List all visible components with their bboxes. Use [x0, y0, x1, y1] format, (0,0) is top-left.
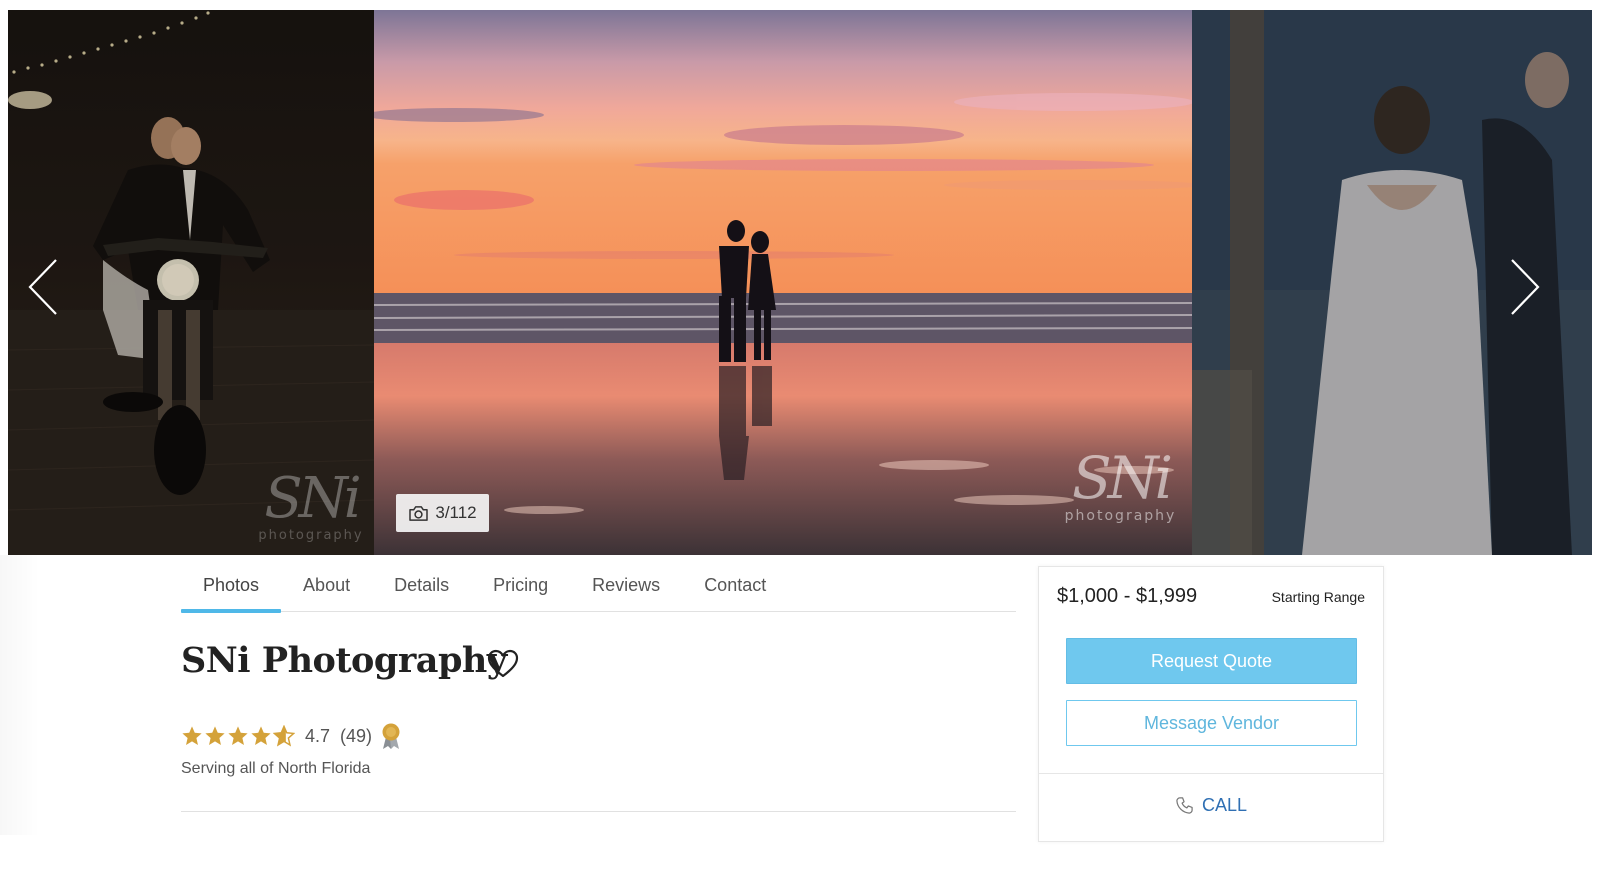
- phone-icon: [1176, 797, 1193, 814]
- vendor-name: SNi Photography: [181, 640, 507, 681]
- card-divider: [1039, 773, 1383, 774]
- tab-reviews[interactable]: Reviews: [570, 560, 682, 611]
- chevron-right-icon: [1511, 259, 1540, 315]
- quote-card: $1,000 - $1,999 Starting Range Request Q…: [1038, 566, 1384, 842]
- tab-about[interactable]: About: [281, 560, 372, 611]
- price-range: $1,000 - $1,999: [1057, 585, 1198, 607]
- price-range-label: Starting Range: [1271, 589, 1365, 605]
- tab-contact[interactable]: Contact: [682, 560, 788, 611]
- gallery-next-button[interactable]: [1502, 255, 1546, 319]
- section-tabs: Photos About Details Pricing Reviews Con…: [181, 560, 1016, 613]
- star-full-icon: [205, 726, 225, 745]
- star-full-icon: [251, 726, 271, 745]
- photo-gallery: SNi photography 3/112 SNi photography: [8, 10, 1592, 555]
- service-area: Serving all of North Florida: [181, 760, 371, 777]
- photo-counter-button[interactable]: 3/112: [396, 494, 489, 532]
- watermark-left: SNi photography: [258, 466, 364, 544]
- review-count-link[interactable]: (49): [340, 726, 372, 747]
- star-rating: [181, 725, 295, 747]
- page-edge-shadow: [0, 555, 40, 835]
- call-button[interactable]: CALL: [1039, 795, 1383, 816]
- request-quote-button[interactable]: Request Quote: [1066, 638, 1357, 684]
- star-half-icon: [273, 725, 295, 747]
- gallery-prev-button[interactable]: [22, 255, 66, 319]
- message-vendor-button[interactable]: Message Vendor: [1066, 700, 1357, 746]
- chevron-left-icon: [28, 259, 57, 315]
- tab-details[interactable]: Details: [372, 560, 471, 611]
- tab-photos[interactable]: Photos: [181, 560, 282, 613]
- photo-counter-label: 3/112: [435, 503, 477, 522]
- star-full-icon: [182, 726, 202, 745]
- heart-icon: [487, 649, 519, 678]
- section-divider: [181, 811, 1016, 812]
- rating-value: 4.7: [305, 725, 331, 746]
- tab-pricing[interactable]: Pricing: [471, 560, 570, 611]
- call-label: CALL: [1201, 795, 1248, 815]
- star-full-icon: [228, 726, 248, 745]
- award-ribbon-icon: [382, 723, 400, 749]
- camera-icon: [409, 505, 429, 521]
- favorite-button[interactable]: [486, 648, 520, 680]
- photographer-watermark: SNi photography: [1064, 444, 1177, 524]
- rating-summary: 4.7 (49): [181, 721, 402, 751]
